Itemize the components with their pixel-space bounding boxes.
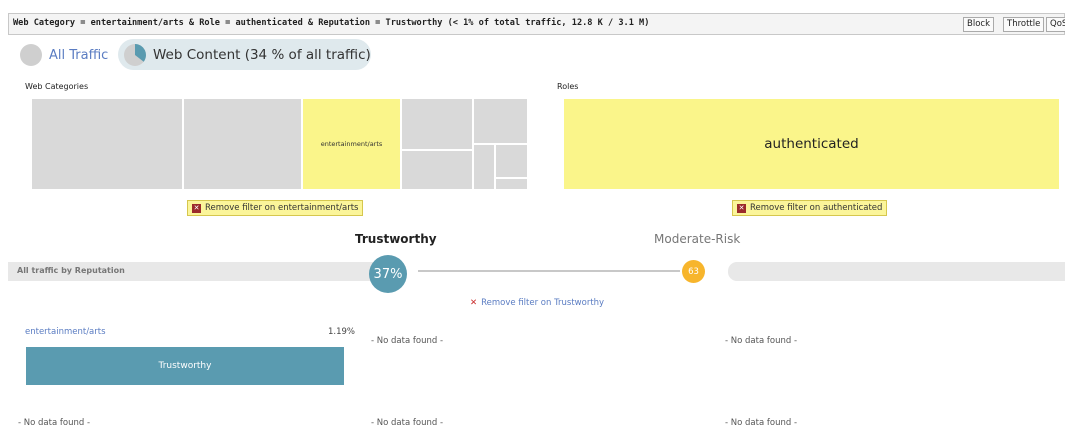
remove-x-icon: ✕ [470,298,478,308]
treemap-cell[interactable] [474,99,527,143]
result-trustworthy-bar[interactable]: Trustworthy [26,347,344,385]
throttle-button[interactable]: Throttle [1003,17,1045,32]
treemap-cell[interactable] [496,145,527,177]
treemap-cell[interactable] [402,99,472,149]
breadcrumb-web-content-label: Web Content (34 % of all traffic) [153,46,371,63]
no-data-message: - No data found - [371,418,444,428]
breadcrumb-web-content[interactable]: Web Content (34 % of all traffic) [118,39,371,70]
qos-button[interactable]: QoS [1046,17,1065,32]
treemap-cell[interactable] [496,179,527,189]
treemap-cell[interactable] [32,99,182,189]
reputation-row-label: All traffic by Reputation [17,266,125,275]
treemap-cell[interactable] [474,145,494,189]
block-button[interactable]: Block [963,17,994,32]
treemap-cell[interactable] [402,151,472,189]
filter-summary-bar: Web Category = entertainment/arts & Role… [8,13,1065,35]
remove-filter-category-button[interactable]: ✕ Remove filter on entertainment/arts [187,200,364,216]
reputation-moderate-risk-circle[interactable]: 63 [682,260,705,283]
reputation-trustworthy-circle[interactable]: 37% [369,255,407,293]
breadcrumb-all-traffic-label: All Traffic [49,47,109,63]
remove-filter-role-button[interactable]: ✕ Remove filter on authenticated [732,200,888,216]
treemap-cell-entertainment-arts[interactable]: entertainment/arts [303,99,400,189]
roles-treemap-authenticated[interactable]: authenticated [564,99,1059,189]
remove-filter-reputation-link[interactable]: ✕ Remove filter on Trustworthy [470,298,604,308]
web-categories-treemap: entertainment/arts [32,99,527,189]
no-data-message: - No data found - [371,336,444,346]
remove-filter-role-label: Remove filter on authenticated [750,203,883,213]
no-data-message: - No data found - [725,418,798,428]
remove-x-icon: ✕ [737,203,746,213]
remove-x-icon: ✕ [192,203,201,213]
reputation-row-bar-right [728,262,1065,281]
filter-summary-text: Web Category = entertainment/arts & Role… [13,18,650,28]
roles-cell-label: authenticated [764,136,859,152]
reputation-moderate-risk-title: Moderate-Risk [654,232,741,246]
roles-title: Roles [557,82,579,91]
result-bar-label: Trustworthy [158,361,212,371]
treemap-cell[interactable] [184,99,301,189]
reputation-connector-line [418,270,680,272]
treemap-cell-label: entertainment/arts [320,140,383,148]
breadcrumb-all-traffic[interactable]: All Traffic [20,42,108,68]
web-categories-title: Web Categories [25,82,89,91]
result-percent: 1.19% [328,327,356,337]
result-category-link[interactable]: entertainment/arts [25,327,106,337]
reputation-trustworthy-title: Trustworthy [355,232,437,246]
pie-partial-icon [124,43,146,66]
remove-filter-reputation-label: Remove filter on Trustworthy [481,298,605,308]
no-data-message: - No data found - [18,418,91,428]
no-data-message: - No data found - [725,336,798,346]
reputation-row-bar: All traffic by Reputation [8,262,378,281]
remove-filter-category-label: Remove filter on entertainment/arts [205,203,359,213]
all-traffic-circle-icon [20,44,42,66]
